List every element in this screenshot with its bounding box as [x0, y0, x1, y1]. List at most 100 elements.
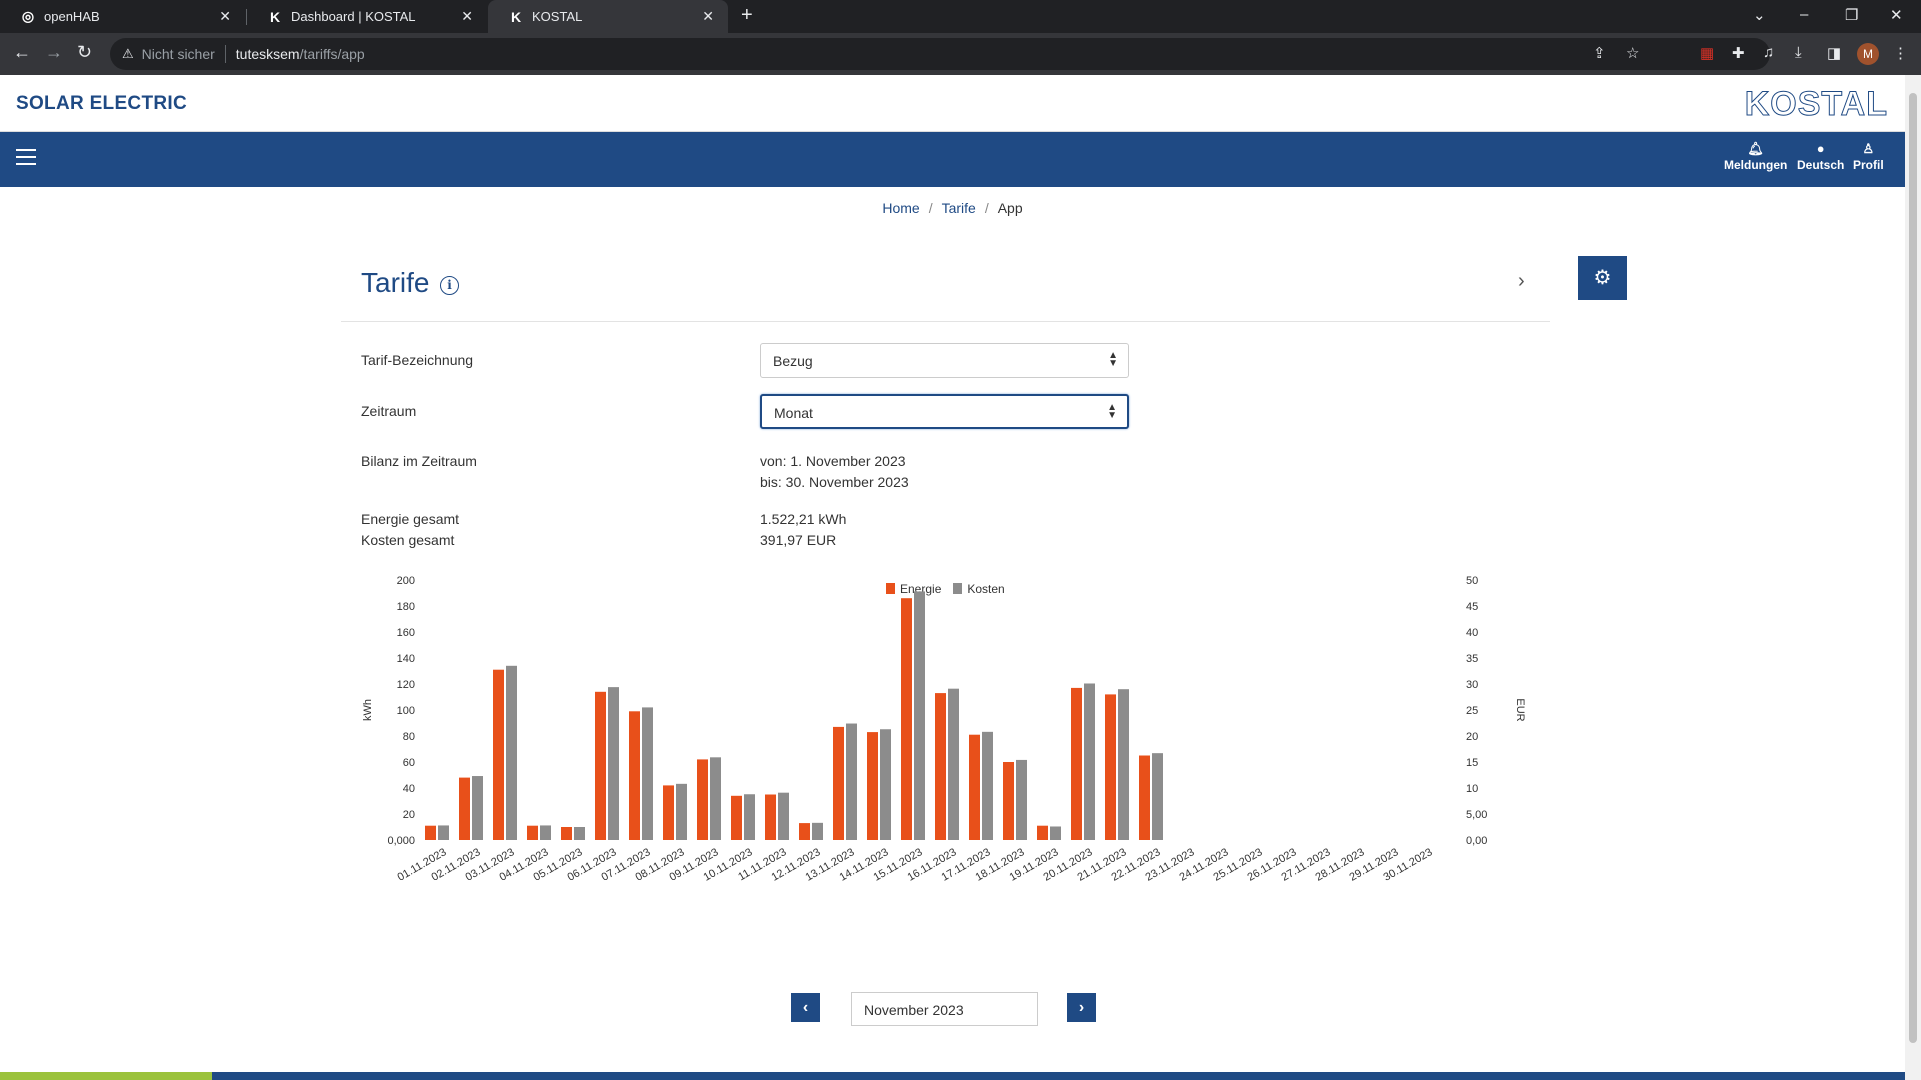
- bar-energy: [697, 759, 708, 840]
- close-tab-icon[interactable]: ✕: [461, 8, 473, 25]
- extension-icon[interactable]: ▦: [1700, 44, 1714, 62]
- breadcrumb-separator: /: [984, 200, 989, 216]
- main-navbar: 🔔︎ Meldungen ● Deutsch ♙ Profil: [0, 132, 1905, 187]
- openhab-icon: ◎: [21, 8, 35, 24]
- nav-profile[interactable]: ♙ Profil: [1853, 142, 1884, 173]
- address-bar[interactable]: ⚠ Nicht sicher tutesksem/tariffs/app: [110, 38, 1770, 70]
- next-month-button[interactable]: ›: [1067, 993, 1096, 1022]
- bar-cost: [948, 688, 959, 840]
- bar-energy: [459, 777, 470, 840]
- browser-tab-dashboard[interactable]: K Dashboard | KOSTAL ✕: [247, 0, 487, 33]
- bar-cost: [1118, 689, 1129, 840]
- minimize-icon[interactable]: –: [1800, 6, 1808, 23]
- breadcrumb-separator: /: [928, 200, 933, 216]
- settings-gear-button[interactable]: ⚙: [1578, 256, 1627, 300]
- bar-energy: [969, 734, 980, 840]
- y-tick-label: 180: [397, 601, 415, 613]
- y2-axis-title: EUR: [1514, 698, 1526, 721]
- y-tick-label: 120: [397, 679, 415, 691]
- bar-energy: [663, 785, 674, 840]
- bar-energy: [1071, 687, 1082, 840]
- month-input[interactable]: November 2023: [851, 992, 1038, 1026]
- security-label: Nicht sicher: [141, 46, 215, 62]
- browser-tab-kostal[interactable]: K KOSTAL ✕: [488, 0, 728, 33]
- select-arrows-icon: ▲ ▼: [1107, 402, 1117, 421]
- forward-arrow-icon[interactable]: →: [45, 42, 63, 63]
- footer-bar: [0, 1072, 1905, 1080]
- y2-tick-label: 10: [1466, 783, 1478, 795]
- site-header: SOLAR ELECTRIC KOSTAL: [0, 75, 1905, 132]
- y2-tick-label: 25: [1466, 705, 1478, 717]
- nav-language-label: Deutsch: [1797, 158, 1845, 172]
- restore-icon[interactable]: ❐: [1845, 6, 1858, 24]
- browser-toolbar: ← → ↻ ⚠ Nicht sicher tutesksem/tariffs/a…: [0, 33, 1921, 75]
- bar-energy: [595, 691, 606, 840]
- page-viewport: SOLAR ELECTRIC KOSTAL 🔔︎ Meldungen ● Deu…: [0, 75, 1905, 1080]
- tab-title: Dashboard | KOSTAL: [291, 9, 416, 24]
- cost-total-label: Kosten gesamt: [361, 532, 455, 548]
- energy-total-value: 1.522,21 kWh: [760, 511, 847, 527]
- close-window-icon[interactable]: ✕: [1890, 6, 1903, 24]
- bar-cost: [914, 591, 925, 840]
- nav-notifications[interactable]: 🔔︎ Meldungen: [1724, 142, 1787, 173]
- period-select[interactable]: Monat ▲ ▼: [760, 394, 1129, 429]
- browser-menu-icon[interactable]: ⋮: [1893, 44, 1908, 62]
- side-panel-icon[interactable]: ◨: [1827, 44, 1841, 62]
- tab-search-icon[interactable]: ⌄: [1753, 6, 1766, 24]
- y2-tick-label: 35: [1466, 653, 1478, 665]
- hamburger-menu-icon[interactable]: [16, 149, 36, 165]
- previous-month-button[interactable]: ‹: [791, 993, 820, 1022]
- period-value: Monat: [774, 405, 813, 421]
- bar-cost: [710, 757, 721, 840]
- bar-energy: [527, 825, 538, 840]
- bar-energy: [1003, 762, 1014, 840]
- bar-cost: [778, 792, 789, 840]
- bar-cost: [812, 822, 823, 840]
- browser-tab-openhab[interactable]: ◎ openHAB ✕: [0, 0, 245, 33]
- omnibox-divider: [224, 45, 226, 63]
- bar-cost: [1050, 826, 1061, 840]
- bar-energy: [425, 825, 436, 840]
- bar-cost: [574, 827, 585, 840]
- bar-cost: [642, 707, 653, 840]
- tariff-name-label: Tarif-Bezeichnung: [361, 352, 474, 368]
- tariff-name-select[interactable]: Bezug ▲ ▼: [760, 343, 1129, 378]
- url-host: tutesksem: [235, 46, 300, 62]
- media-control-icon[interactable]: ♫: [1763, 44, 1774, 61]
- balance-from: von: 1. November 2023: [760, 453, 906, 469]
- new-tab-button[interactable]: +: [741, 4, 753, 27]
- chevron-right-icon[interactable]: ›: [1518, 270, 1525, 293]
- bookmark-star-icon[interactable]: ☆: [1626, 44, 1639, 62]
- download-icon[interactable]: ⤓: [1795, 44, 1802, 61]
- scrollbar-thumb[interactable]: [1909, 93, 1917, 1043]
- back-arrow-icon[interactable]: ←: [13, 42, 31, 63]
- tab-title: KOSTAL: [532, 9, 583, 24]
- reload-icon[interactable]: ↻: [77, 42, 92, 63]
- y-tick-label: 140: [397, 653, 415, 665]
- puzzle-extensions-icon[interactable]: ✚: [1732, 44, 1745, 62]
- close-tab-icon[interactable]: ✕: [702, 8, 714, 25]
- breadcrumb-current: App: [997, 200, 1023, 216]
- tariff-name-value: Bezug: [773, 353, 813, 369]
- kostal-logo[interactable]: KOSTAL: [1744, 85, 1888, 124]
- share-icon[interactable]: ⇪: [1593, 44, 1606, 62]
- close-tab-icon[interactable]: ✕: [219, 8, 231, 25]
- bar-energy: [867, 732, 878, 840]
- kostal-k-icon: K: [269, 8, 281, 25]
- y2-tick-label: 30: [1466, 679, 1478, 691]
- bar-cost: [1016, 759, 1027, 840]
- breadcrumb-home[interactable]: Home: [882, 200, 919, 216]
- page-scrollbar[interactable]: [1905, 75, 1921, 1080]
- breadcrumb-tariffs[interactable]: Tarife: [942, 200, 976, 216]
- tab-title: openHAB: [44, 9, 100, 24]
- profile-avatar[interactable]: M: [1857, 43, 1879, 65]
- nav-language[interactable]: ● Deutsch: [1797, 142, 1845, 173]
- bar-cost: [608, 687, 619, 840]
- info-icon[interactable]: i: [440, 276, 459, 295]
- y2-tick-label: 5,00: [1466, 809, 1487, 821]
- y-tick-label: 40: [403, 783, 415, 795]
- bar-cost: [982, 731, 993, 840]
- url-path: /tariffs/app: [299, 46, 365, 62]
- bar-cost: [676, 783, 687, 840]
- warning-icon: ⚠: [122, 46, 134, 61]
